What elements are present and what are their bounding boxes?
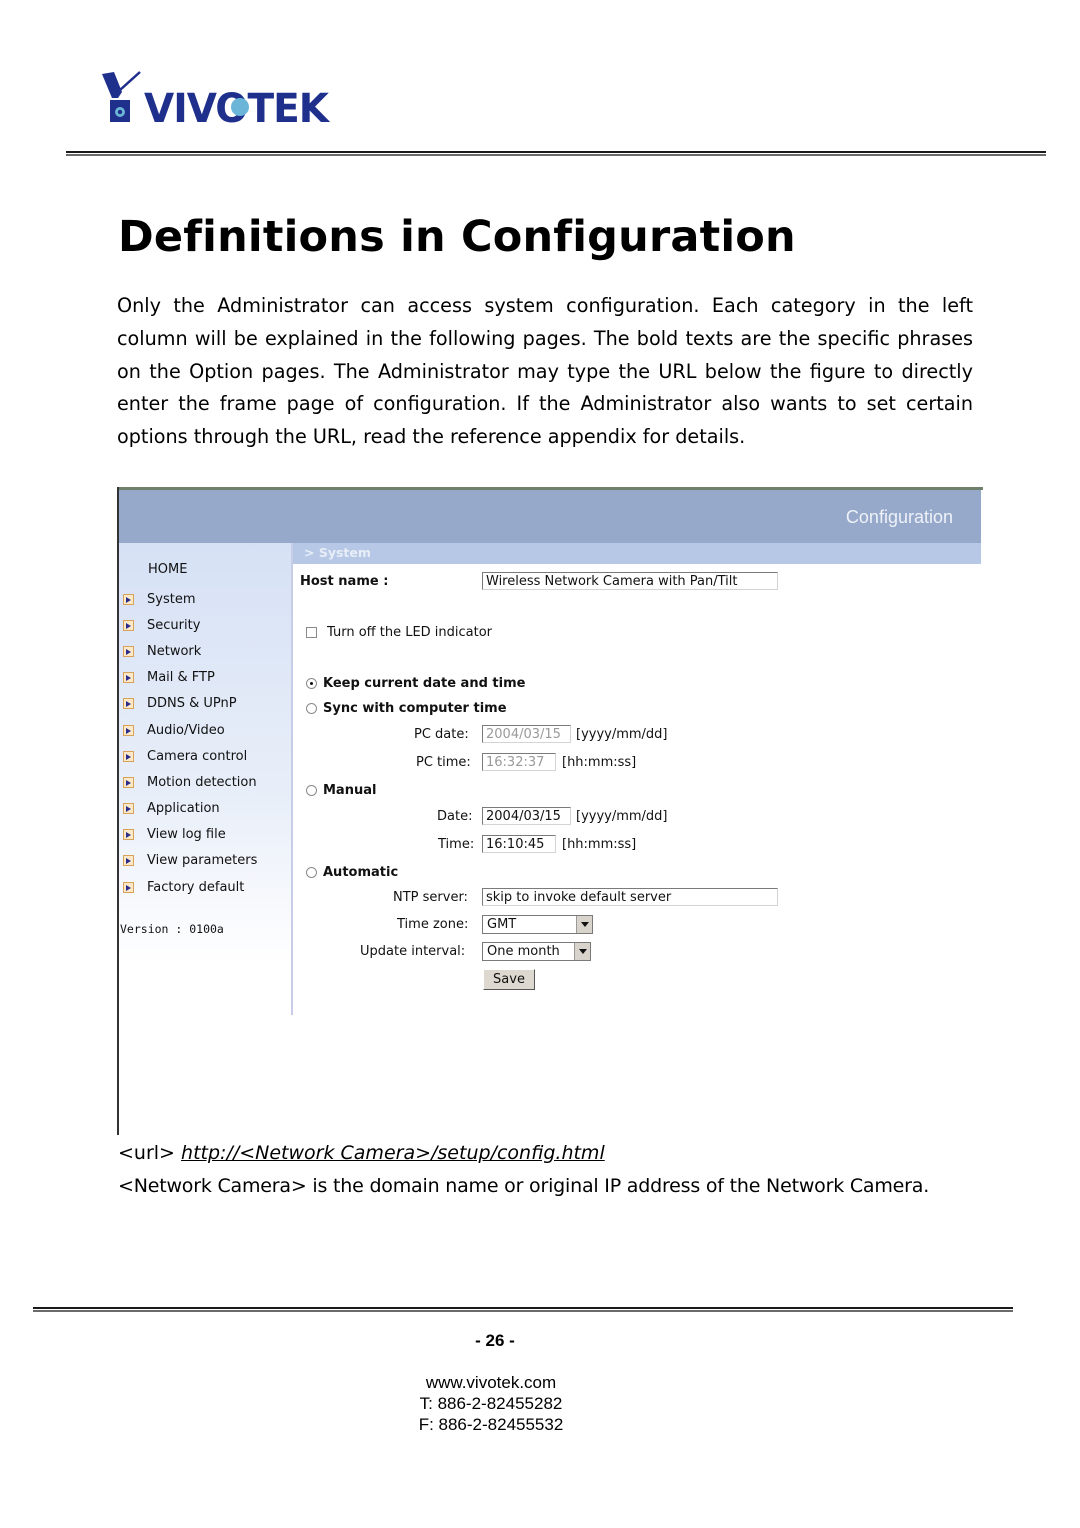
pc-time-input[interactable]: 16:32:37 xyxy=(482,753,556,771)
footer-website: www.vivotek.com xyxy=(425,1373,557,1392)
arrow-right-icon xyxy=(123,803,134,815)
breadcrumb: > System xyxy=(304,545,371,560)
footer-fax: F: 886-2-82455532 xyxy=(418,1415,564,1434)
page-title: Definitions in Configuration xyxy=(118,212,796,262)
sidebar-item-label: Security xyxy=(147,617,201,633)
arrow-right-icon xyxy=(123,776,134,788)
host-name-label: Host name : xyxy=(300,574,389,589)
time-input[interactable]: 16:10:45 xyxy=(482,835,556,853)
sidebar-item-system[interactable]: System xyxy=(123,586,257,612)
url-description: <Network Camera> is the domain name or o… xyxy=(118,1175,930,1197)
sidebar-item-mail-ftp[interactable]: Mail & FTP xyxy=(123,665,257,691)
time-zone-value: GMT xyxy=(487,917,517,932)
sidebar-item-label: DDNS & UPnP xyxy=(147,696,237,712)
update-interval-value: One month xyxy=(487,944,560,959)
sidebar-item-label: Mail & FTP xyxy=(147,670,215,686)
footer-separator xyxy=(33,1307,1013,1313)
host-name-input[interactable]: Wireless Network Camera with Pan/Tilt xyxy=(482,572,778,590)
arrow-right-icon xyxy=(123,829,134,841)
arrow-right-icon xyxy=(123,881,134,893)
manual-label: Manual xyxy=(323,783,377,798)
sidebar-item-application[interactable]: Application xyxy=(123,796,257,822)
date-input[interactable]: 2004/03/15 xyxy=(482,807,571,825)
sidebar-item-label: System xyxy=(147,591,196,607)
time-zone-select[interactable]: GMT xyxy=(482,915,593,934)
save-button[interactable]: Save xyxy=(483,969,535,990)
pc-date-label: PC date: xyxy=(414,727,469,742)
update-interval-select[interactable]: One month xyxy=(482,942,591,961)
intro-paragraph: Only the Administrator can access system… xyxy=(117,294,973,449)
sidebar-item-motion-detection[interactable]: Motion detection xyxy=(123,769,257,795)
chevron-down-icon[interactable] xyxy=(574,943,590,960)
update-interval-label: Update interval: xyxy=(360,944,466,959)
footer-contact: www.vivotek.com T: 886-2-82455282 F: 886… xyxy=(0,1372,982,1435)
arrow-right-icon xyxy=(123,750,134,762)
arrow-right-icon xyxy=(123,672,134,684)
url-line: <url> http://<Network Camera>/setup/conf… xyxy=(118,1142,605,1164)
pc-date-input[interactable]: 2004/03/15 xyxy=(482,725,571,743)
arrow-right-icon xyxy=(123,855,134,867)
chevron-down-icon[interactable] xyxy=(576,916,592,933)
sidebar-item-audio-video[interactable]: Audio/Video xyxy=(123,717,257,743)
page-number: - 26 - xyxy=(475,1331,515,1350)
config-header-title: Configuration xyxy=(845,507,953,527)
sidebar-item-ddns-upnp[interactable]: DDNS & UPnP xyxy=(123,691,257,717)
manual-radio[interactable] xyxy=(306,785,317,796)
sidebar-item-label: View parameters xyxy=(147,853,258,869)
sidebar-item-label: Application xyxy=(147,801,220,817)
arrow-right-icon xyxy=(123,619,134,631)
sidebar-item-camera-control[interactable]: Camera control xyxy=(123,743,257,769)
version-label: Version : 0100a xyxy=(120,922,224,936)
time-zone-label: Time zone: xyxy=(397,917,469,932)
keep-time-label: Keep current date and time xyxy=(323,676,526,691)
sidebar-divider xyxy=(291,543,293,1015)
led-label: Turn off the LED indicator xyxy=(327,625,493,640)
date-format: [yyyy/mm/dd] xyxy=(576,809,668,824)
sidebar-item-factory-default[interactable]: Factory default xyxy=(123,874,257,900)
sidebar-item-label: Camera control xyxy=(147,748,248,764)
configuration-screenshot: Configuration > System HOME System Secur… xyxy=(117,487,983,1135)
sidebar-item-security[interactable]: Security xyxy=(123,612,257,638)
automatic-label: Automatic xyxy=(323,865,399,880)
pc-time-format: [hh:mm:ss] xyxy=(562,755,637,770)
sync-time-label: Sync with computer time xyxy=(323,701,507,716)
time-label: Time: xyxy=(438,837,475,852)
led-checkbox[interactable] xyxy=(306,627,317,638)
arrow-right-icon xyxy=(123,698,134,710)
sidebar-item-view-parameters[interactable]: View parameters xyxy=(123,848,257,874)
ntp-server-input[interactable]: skip to invoke default server xyxy=(482,888,778,906)
header-separator xyxy=(66,151,1046,157)
automatic-radio[interactable] xyxy=(306,867,317,878)
sidebar-item-label: View log file xyxy=(147,827,226,843)
sidebar-item-label: Audio/Video xyxy=(147,722,225,738)
sidebar-nav: System Security Network Mail & FTP DDNS … xyxy=(123,586,257,900)
sidebar-item-view-log-file[interactable]: View log file xyxy=(123,822,257,848)
breadcrumb-bar: > System xyxy=(292,543,981,564)
figure-left-border xyxy=(117,487,119,1135)
time-format: [hh:mm:ss] xyxy=(562,837,637,852)
sync-time-radio[interactable] xyxy=(306,703,317,714)
arrow-right-icon xyxy=(123,593,134,605)
sidebar-item-home[interactable]: HOME xyxy=(148,562,187,577)
config-url-link[interactable]: http://<Network Camera>/setup/config.htm… xyxy=(181,1142,605,1164)
keep-time-radio[interactable] xyxy=(306,678,317,689)
sidebar-item-label: Factory default xyxy=(147,879,245,895)
config-header-bar: Configuration xyxy=(119,490,981,543)
arrow-right-icon xyxy=(123,645,134,657)
ntp-server-label: NTP server: xyxy=(393,890,468,905)
vivotek-logo: VIVOTEK xyxy=(96,70,331,126)
pc-date-format: [yyyy/mm/dd] xyxy=(576,727,668,742)
sidebar-item-label: Network xyxy=(147,643,202,659)
sidebar-item-label: Motion detection xyxy=(147,774,257,790)
sidebar-item-network[interactable]: Network xyxy=(123,638,257,664)
footer-phone: T: 886-2-82455282 xyxy=(419,1394,563,1413)
date-label: Date: xyxy=(437,809,473,824)
arrow-right-icon xyxy=(123,724,134,736)
pc-time-label: PC time: xyxy=(416,755,471,770)
url-prefix: <url> xyxy=(118,1142,175,1164)
